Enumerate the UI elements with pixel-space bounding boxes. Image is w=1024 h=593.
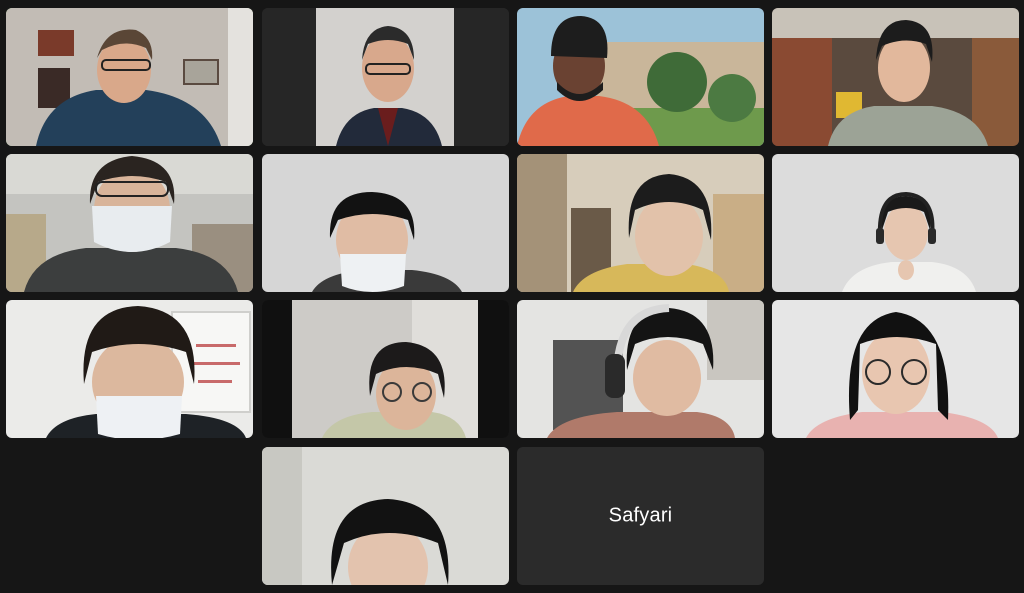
participant-video — [6, 154, 253, 292]
participant-video — [262, 447, 509, 585]
video-tile-8[interactable] — [772, 154, 1019, 292]
participant-video — [772, 154, 1019, 292]
video-tile-11[interactable] — [517, 300, 764, 438]
participant-video — [262, 300, 509, 438]
participant-name-label: Safyari — [608, 504, 673, 527]
video-tile-2[interactable] — [262, 8, 509, 146]
video-tile-12[interactable] — [772, 300, 1019, 438]
video-gallery: Safyari — [0, 0, 1024, 593]
video-tile-5[interactable] — [6, 154, 253, 292]
video-tile-9[interactable] — [6, 300, 253, 438]
participant-video — [517, 300, 764, 438]
participant-video — [6, 300, 253, 438]
video-tile-4[interactable] — [772, 8, 1019, 146]
video-tile-3[interactable] — [517, 8, 764, 146]
video-tile-7[interactable] — [517, 154, 764, 292]
participant-video — [517, 154, 764, 292]
video-tile-13[interactable] — [262, 447, 509, 585]
participant-video — [262, 154, 509, 292]
video-tile-1[interactable] — [6, 8, 253, 146]
participant-video — [262, 8, 509, 146]
participant-video — [6, 8, 253, 146]
participant-video — [772, 300, 1019, 438]
video-tile-10[interactable] — [262, 300, 509, 438]
video-tile-14[interactable]: Safyari — [517, 447, 764, 585]
video-tile-6[interactable] — [262, 154, 509, 292]
participant-video — [517, 8, 764, 146]
participant-video — [772, 8, 1019, 146]
